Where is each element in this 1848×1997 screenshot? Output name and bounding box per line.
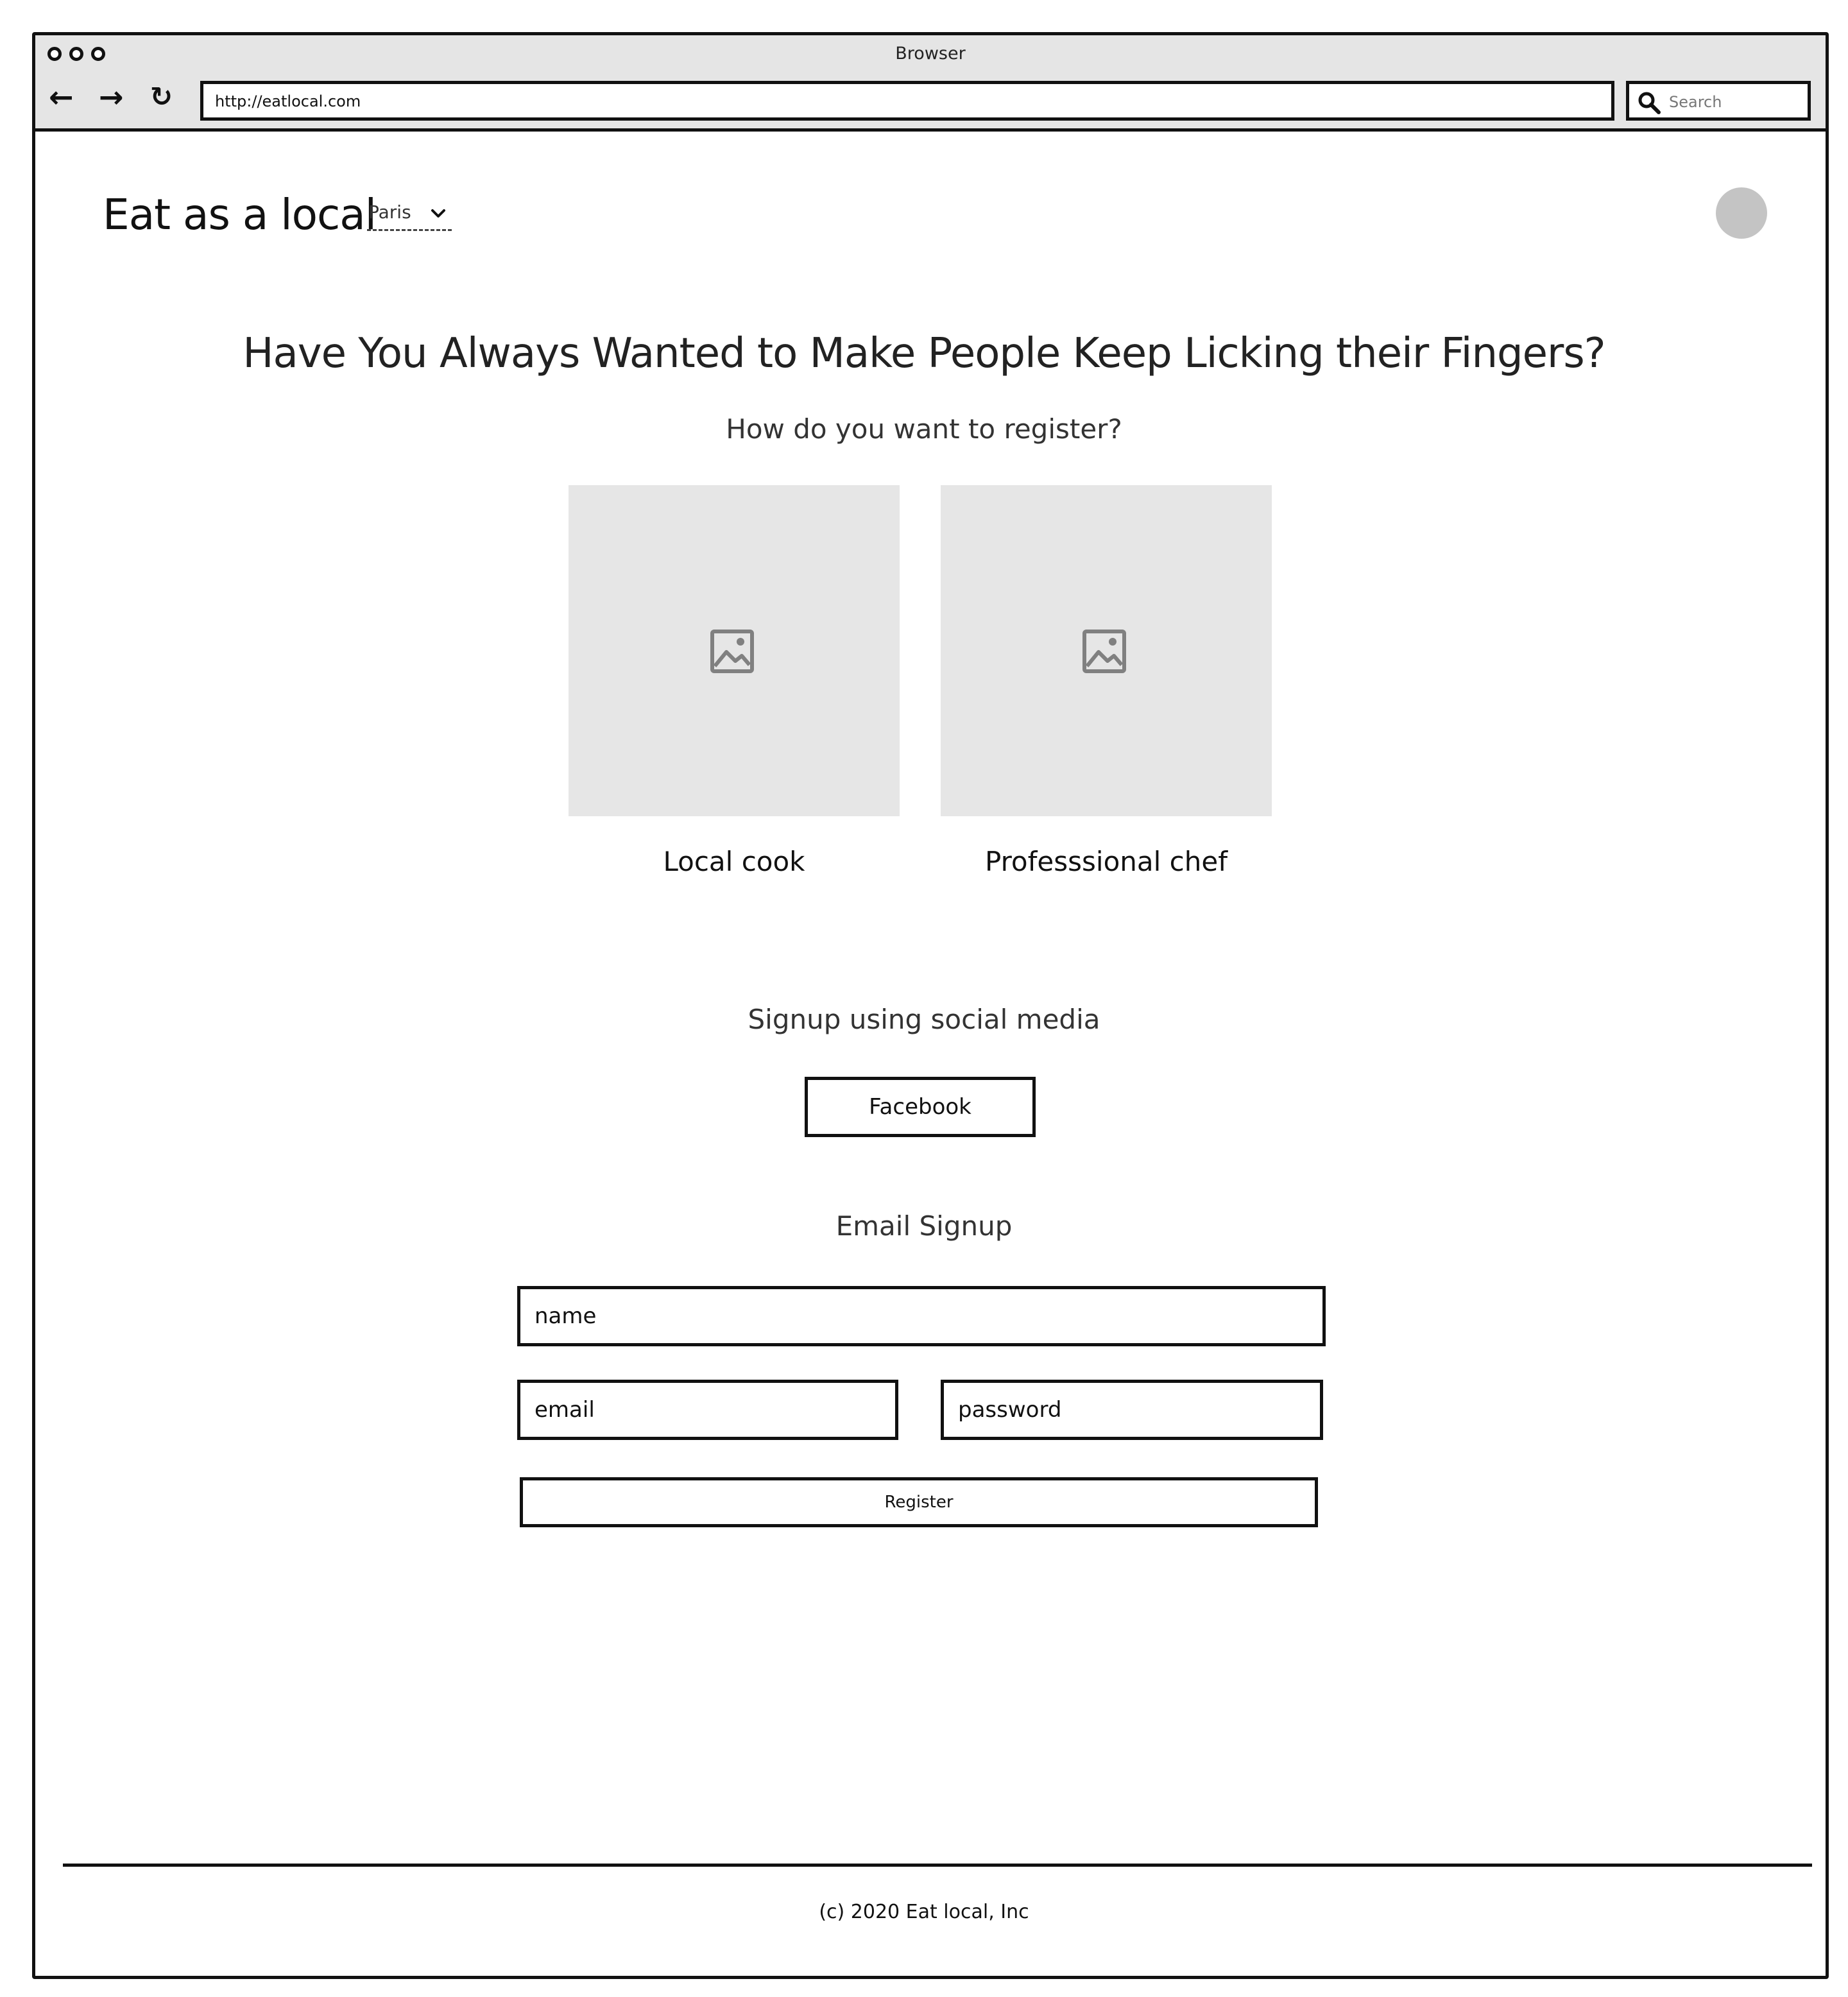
reload-icon[interactable]: ↻: [150, 83, 173, 110]
city-dropdown-value: Paris: [368, 201, 411, 223]
facebook-signup-button[interactable]: Facebook: [805, 1077, 1036, 1137]
professional-chef-label[interactable]: Professsional chef: [941, 846, 1272, 877]
search-icon: [1638, 92, 1661, 114]
address-bar[interactable]: http://eatlocal.com: [200, 81, 1614, 121]
search-placeholder: Search: [1669, 93, 1722, 111]
site-logo[interactable]: Eat as a local: [103, 190, 377, 239]
local-cook-label[interactable]: Local cook: [569, 846, 900, 877]
email-signup-title: Email Signup: [835, 1210, 1013, 1242]
register-question: How do you want to register?: [726, 413, 1122, 445]
social-signup-title: Signup using social media: [748, 1004, 1100, 1035]
address-bar-url: http://eatlocal.com: [215, 92, 361, 110]
chevron-down-icon: [431, 209, 445, 218]
password-input[interactable]: password: [941, 1380, 1323, 1440]
image-placeholder-icon: [710, 630, 754, 673]
email-input[interactable]: email: [517, 1380, 898, 1440]
register-button[interactable]: Register: [520, 1477, 1318, 1527]
window-minimize-dot[interactable]: [69, 47, 83, 61]
footer-copyright: (c) 2020 Eat local, Inc: [819, 1901, 1029, 1923]
forward-arrow-icon[interactable]: →: [99, 82, 124, 112]
browser-search-box[interactable]: Search: [1626, 81, 1811, 121]
footer-divider: [63, 1864, 1812, 1867]
local-cook-card[interactable]: [569, 485, 900, 816]
window-maximize-dot[interactable]: [91, 47, 105, 61]
user-avatar[interactable]: [1716, 187, 1767, 239]
page-headline: Have You Always Wanted to Make People Ke…: [243, 330, 1605, 377]
professional-chef-card[interactable]: [941, 485, 1272, 816]
name-input[interactable]: name: [517, 1286, 1326, 1346]
city-dropdown[interactable]: Paris: [367, 200, 452, 231]
browser-title: Browser: [895, 44, 966, 64]
back-arrow-icon[interactable]: ←: [49, 82, 74, 112]
image-placeholder-icon: [1082, 630, 1126, 673]
window-close-dot[interactable]: [47, 47, 62, 61]
